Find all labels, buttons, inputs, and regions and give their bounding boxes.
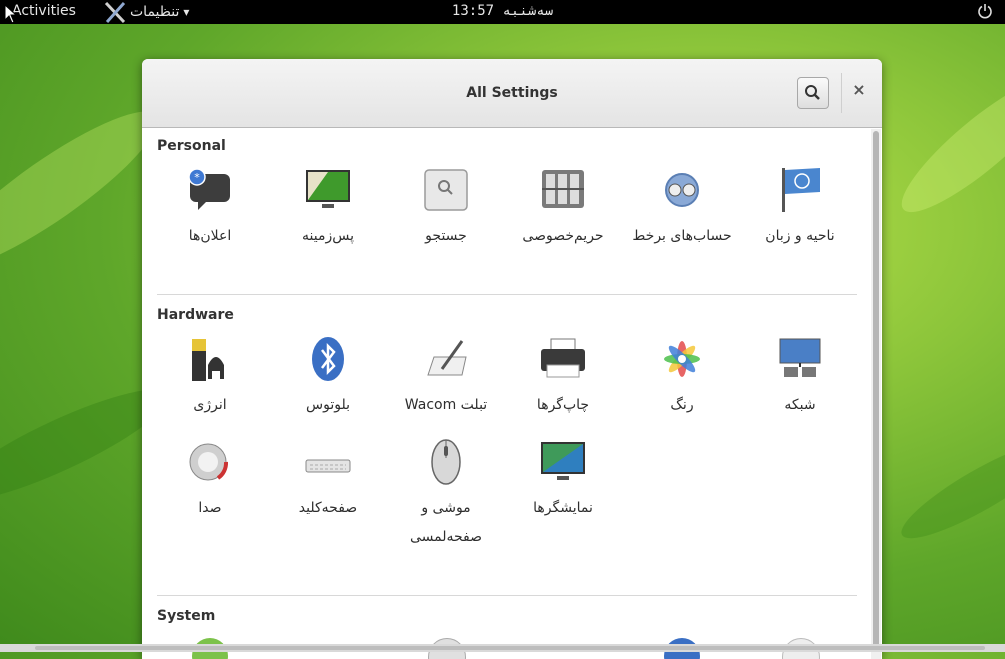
section-title-hardware: Hardware <box>157 307 234 323</box>
panel-keyboard[interactable]: صفحه‌کلید <box>273 438 383 523</box>
window-header: All Settings × <box>142 59 882 128</box>
panel-online-accounts[interactable]: حساب‌های برخط <box>627 166 737 251</box>
panel-sound[interactable]: صدا <box>155 438 265 523</box>
panel-label: حساب‌های برخط <box>632 228 732 244</box>
bluetooth-icon <box>304 335 352 383</box>
clock[interactable]: سه‌شنبه 13:57 <box>0 3 1005 19</box>
panel-label: صدا <box>198 500 222 516</box>
background-monitor-icon <box>304 166 352 214</box>
panel-mouse-touchpad[interactable]: موشی و صفحه‌لمسی <box>391 438 501 552</box>
search-button[interactable] <box>797 77 829 109</box>
displays-icon <box>539 438 587 486</box>
flag-icon <box>776 166 824 214</box>
header-separator <box>841 73 842 113</box>
panel-label: تبلت Wacom <box>404 397 488 413</box>
horizontal-scrollbar-thumb[interactable] <box>35 646 985 650</box>
power-battery-icon <box>186 335 234 383</box>
privacy-lock-icon <box>539 166 587 214</box>
keyboard-icon <box>304 438 352 486</box>
panel-network[interactable]: شبکه <box>745 335 855 420</box>
notifications-icon: * <box>186 166 234 214</box>
close-button[interactable]: × <box>850 81 868 99</box>
printer-icon <box>539 335 587 383</box>
panel-label: شبکه <box>784 397 816 413</box>
color-icon <box>658 335 706 383</box>
panel-label: صفحه‌کلید <box>298 500 358 516</box>
panel-label: نمایشگرها <box>533 500 593 516</box>
power-icon[interactable] <box>977 3 993 19</box>
panel-label: پس‌زمینه <box>302 228 354 244</box>
panel-bluetooth[interactable]: بلوتوس <box>273 335 383 420</box>
mouse-cursor-icon <box>4 3 18 28</box>
search-icon <box>805 85 820 100</box>
panel-label: موشی و صفحه‌لمسی <box>409 500 483 545</box>
panel-search[interactable]: جستجو <box>391 166 501 251</box>
mouse-icon <box>422 438 470 486</box>
vertical-scrollbar[interactable] <box>871 129 881 659</box>
panel-label: انرژی <box>193 397 227 413</box>
panel-label: حریم‌خصوصی <box>522 228 604 244</box>
horizontal-scrollbar[interactable] <box>0 644 1005 652</box>
settings-window: All Settings × Personal ناحیه و زبان حسا… <box>142 59 882 659</box>
section-separator <box>157 595 857 596</box>
panel-wacom-tablet[interactable]: تبلت Wacom <box>391 335 501 420</box>
section-title-system: System <box>157 608 216 624</box>
panel-printers[interactable]: چاپ‌گرها <box>508 335 618 420</box>
settings-content: Personal ناحیه و زبان حساب‌های برخط <box>142 128 870 659</box>
panel-label: ناحیه و زبان <box>765 228 835 244</box>
section-title-personal: Personal <box>157 138 226 154</box>
panel-privacy[interactable]: حریم‌خصوصی <box>508 166 618 251</box>
panel-label: چاپ‌گرها <box>536 397 590 413</box>
online-accounts-icon <box>658 166 706 214</box>
panel-label: رنگ <box>670 397 694 413</box>
panel-notifications[interactable]: * اعلان‌ها <box>155 166 265 251</box>
panel-region-language[interactable]: ناحیه و زبان <box>745 166 855 251</box>
top-bar: Activities تنظیمات ▾ سه‌شنبه 13:57 <box>0 0 1005 24</box>
panel-label: اعلان‌ها <box>188 228 232 244</box>
scrollbar-thumb[interactable] <box>873 131 879 651</box>
panel-label: بلوتوس <box>306 397 350 413</box>
search-settings-icon <box>422 166 470 214</box>
panel-label: جستجو <box>425 228 467 244</box>
network-icon <box>776 335 824 383</box>
panel-color[interactable]: رنگ <box>627 335 737 420</box>
panel-power[interactable]: انرژی <box>155 335 265 420</box>
sound-icon <box>186 438 234 486</box>
window-title: All Settings <box>466 85 558 101</box>
svg-text:*: * <box>194 171 200 184</box>
wacom-tablet-icon <box>422 335 470 383</box>
panel-displays[interactable]: نمایشگرها <box>508 438 618 523</box>
section-separator <box>157 294 857 295</box>
panel-background[interactable]: پس‌زمینه <box>273 166 383 251</box>
